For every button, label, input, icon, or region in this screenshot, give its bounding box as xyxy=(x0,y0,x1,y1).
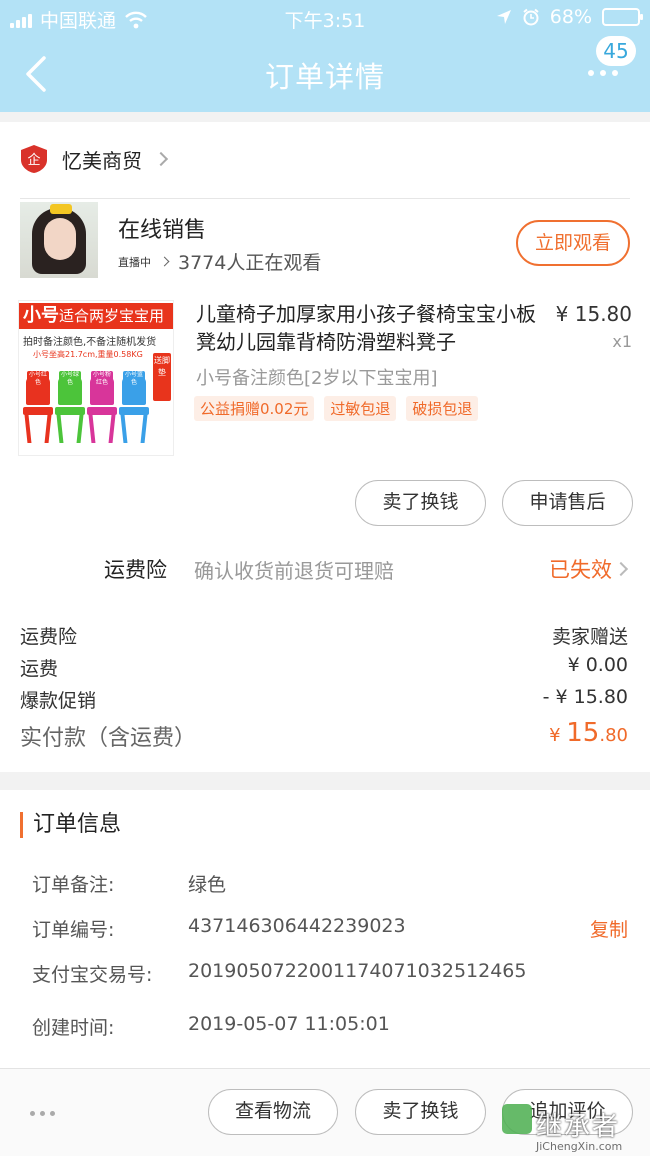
location-arrow-icon xyxy=(496,10,511,24)
watermark-url: JiChengXin.com xyxy=(536,1140,623,1153)
page-title: 订单详情 xyxy=(264,60,385,94)
insurance-desc: 确认收货前退货可理赔 xyxy=(194,559,394,583)
fee-label: 爆款促销 xyxy=(20,690,97,712)
info-value: 2019050722001174071032512465 xyxy=(188,960,527,982)
sell-for-cash-button-bottom[interactable]: 卖了换钱 xyxy=(355,1089,486,1135)
total-label: 实付款（含运费） xyxy=(20,726,197,751)
alarm-icon xyxy=(523,8,539,26)
after-sale-button[interactable]: 申请售后 xyxy=(502,480,633,526)
divider xyxy=(20,198,630,199)
view-logistics-button[interactable]: 查看物流 xyxy=(208,1089,338,1135)
total-currency: ¥ xyxy=(549,725,567,746)
thumb-banner-main: 小号 xyxy=(23,305,59,326)
status-right: 68% xyxy=(496,6,643,28)
chair-blue: 小号蓝色 xyxy=(119,371,149,445)
info-row-alipay-txn: 支付宝交易号: 2019050722001174071032512465 xyxy=(32,960,628,990)
live-stream-row[interactable]: 在线销售 直播中 3774人正在观看 立即观看 xyxy=(20,202,630,278)
product-spec: 小号备注颜色[2岁以下宝宝用] xyxy=(196,368,438,389)
shipping-insurance-row[interactable]: 运费险 确认收货前退货可理赔 已失效 xyxy=(0,546,650,586)
info-row-order-number: 订单编号: 437146306442239023 复制 xyxy=(32,915,628,945)
total-amount: ¥ 15.80 xyxy=(549,718,628,748)
info-value: 绿色 xyxy=(188,874,227,896)
shop-name: 忆美商贸 xyxy=(62,148,142,173)
insurance-label: 运费险 xyxy=(104,558,167,582)
chevron-right-small-icon xyxy=(159,256,170,267)
total-decimal: .80 xyxy=(599,725,628,746)
chair-green: 小号绿色 xyxy=(55,371,85,445)
chair-red: 小号红色 xyxy=(23,371,53,445)
fee-value: ¥ 0.00 xyxy=(567,654,628,676)
product-quantity: x1 xyxy=(612,332,632,351)
live-status: 直播中 3774人正在观看 xyxy=(118,248,321,275)
info-value: 2019-05-07 11:05:01 xyxy=(188,1013,390,1035)
chevron-right-icon xyxy=(613,561,629,577)
watch-now-button[interactable]: 立即观看 xyxy=(516,220,630,266)
more-actions-icon[interactable] xyxy=(30,1111,55,1116)
service-tag: 破损包退 xyxy=(406,396,479,421)
service-tags: 公益捐赠0.02元 过敏包退 破损包退 xyxy=(194,396,479,421)
thumb-banner: 小号适合两岁宝宝用 xyxy=(19,303,173,329)
chair-label: 小号粉红色 xyxy=(91,371,113,387)
fee-label: 运费 xyxy=(20,658,59,680)
streamer-name: 在线销售 xyxy=(118,218,207,243)
shop-row[interactable]: 企 忆美商贸 xyxy=(20,144,169,174)
chair-pink: 小号粉红色 xyxy=(87,371,117,445)
chair-label: 小号蓝色 xyxy=(123,371,145,387)
shop-logo-text: 企 xyxy=(27,152,40,168)
order-card: 企 忆美商贸 在线销售 直播中 3774人正在观看 立即观看 小号适合两岁宝宝用… xyxy=(0,122,650,772)
streamer-avatar[interactable] xyxy=(20,202,98,278)
watermark: 继承者 JiChengXin.com xyxy=(500,1098,646,1156)
service-tag: 过敏包退 xyxy=(324,396,397,421)
fee-row: 运费险 卖家赠送 xyxy=(20,622,628,654)
shop-logo-icon: 企 xyxy=(21,145,47,173)
order-info-card: 订单信息 订单备注: 绿色 订单编号: 437146306442239023 复… xyxy=(0,790,650,1080)
info-row-remark: 订单备注: 绿色 xyxy=(32,870,628,900)
insurance-status: 已失效 xyxy=(549,558,612,582)
fee-row: 运费 ¥ 0.00 xyxy=(20,654,628,686)
copy-button[interactable]: 复制 xyxy=(590,915,628,942)
chevron-right-icon xyxy=(153,151,169,167)
thumb-size: 小号坐高21.7cm,重量0.58KG xyxy=(33,350,143,359)
chair-label: 小号绿色 xyxy=(59,371,81,387)
product-item[interactable]: 小号适合两岁宝宝用 拍时备注颜色,不备注随机发货 小号坐高21.7cm,重量0.… xyxy=(18,300,632,456)
more-button[interactable]: 45 xyxy=(580,36,636,86)
service-tag: 公益捐赠0.02元 xyxy=(194,396,315,421)
live-tag: 直播中 xyxy=(118,255,151,269)
fee-label: 运费险 xyxy=(20,626,78,648)
message-badge: 45 xyxy=(596,36,636,66)
thumb-note: 拍时备注颜色,不备注随机发货 xyxy=(23,337,157,348)
fee-value: - ¥ 15.80 xyxy=(542,686,628,708)
more-dots-icon xyxy=(588,70,618,76)
section-title: 订单信息 xyxy=(20,812,121,838)
nav-bar: 订单详情 45 xyxy=(0,36,650,112)
product-thumbnail[interactable]: 小号适合两岁宝宝用 拍时备注颜色,不备注随机发货 小号坐高21.7cm,重量0.… xyxy=(18,300,174,456)
fee-value: 卖家赠送 xyxy=(551,626,628,648)
product-price: ¥ 15.80 xyxy=(555,302,632,326)
thumb-banner-sub: 适合两岁宝宝用 xyxy=(59,307,165,325)
info-label: 订单备注: xyxy=(32,874,115,896)
viewer-count: 3774人正在观看 xyxy=(178,252,322,274)
sell-for-cash-button[interactable]: 卖了换钱 xyxy=(355,480,486,526)
info-row-created-time: 创建时间: 2019-05-07 11:05:01 xyxy=(32,1013,628,1043)
watermark-text: 继承者 xyxy=(536,1112,621,1142)
thumb-gift-tag: 送脚垫 xyxy=(153,353,171,401)
info-label: 创建时间: xyxy=(32,1017,115,1039)
watermark-logo-icon xyxy=(502,1104,532,1134)
battery-icon xyxy=(602,8,643,26)
info-label: 支付宝交易号: xyxy=(32,964,153,986)
total-integer: 15 xyxy=(566,718,600,748)
fee-row: 爆款促销 - ¥ 15.80 xyxy=(20,686,628,718)
chair-label: 小号红色 xyxy=(27,371,49,387)
total-paid-row: 实付款（含运费） ¥ 15.80 xyxy=(20,718,628,758)
info-value: 437146306442239023 xyxy=(188,915,406,937)
product-title[interactable]: 儿童椅子加厚家用小孩子餐椅宝宝小板凳幼儿园靠背椅防滑塑料凳子 xyxy=(196,300,551,356)
battery-percent: 68% xyxy=(549,6,592,28)
info-label: 订单编号: xyxy=(32,919,115,941)
status-bar: 中国联通 下午3:51 68% xyxy=(0,0,650,36)
